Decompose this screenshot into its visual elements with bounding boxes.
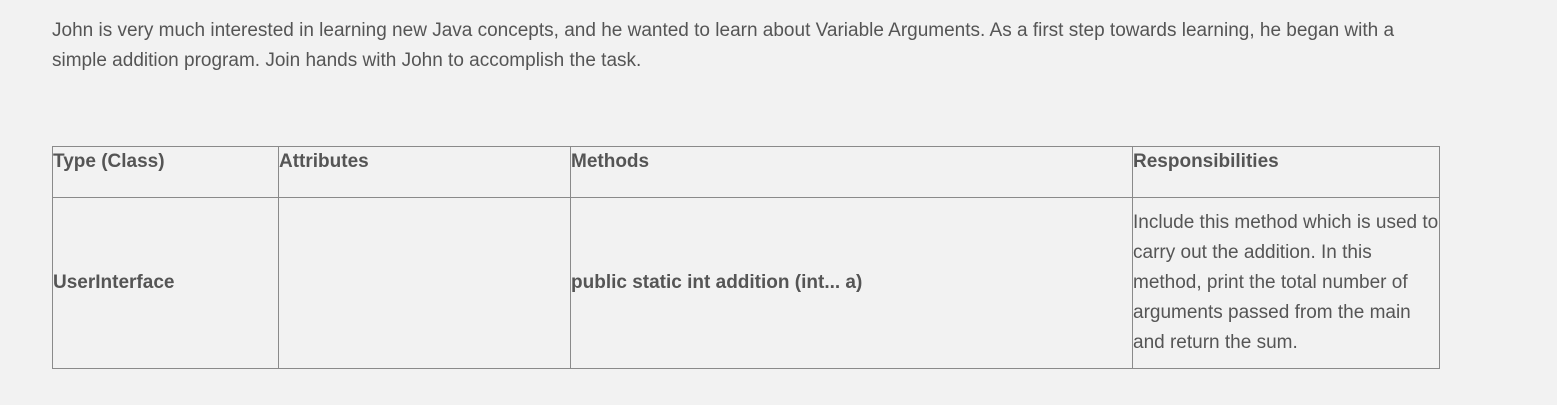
header-methods: Methods bbox=[570, 146, 1133, 198]
cell-attributes bbox=[278, 197, 571, 369]
class-specification-table: Type (Class) Attributes Methods Responsi… bbox=[52, 146, 1440, 369]
cell-methods: public static int addition (int... a) bbox=[570, 197, 1133, 369]
table-header-row: Type (Class) Attributes Methods Responsi… bbox=[52, 146, 1440, 198]
cell-responsibilities: Include this method which is used to car… bbox=[1132, 197, 1440, 369]
header-type-class: Type (Class) bbox=[52, 146, 279, 198]
cell-type: UserInterface bbox=[52, 197, 279, 369]
table-row: UserInterface public static int addition… bbox=[52, 197, 1440, 369]
header-responsibilities: Responsibilities bbox=[1132, 146, 1440, 198]
header-attributes: Attributes bbox=[278, 146, 571, 198]
problem-description: John is very much interested in learning… bbox=[52, 20, 1395, 71]
